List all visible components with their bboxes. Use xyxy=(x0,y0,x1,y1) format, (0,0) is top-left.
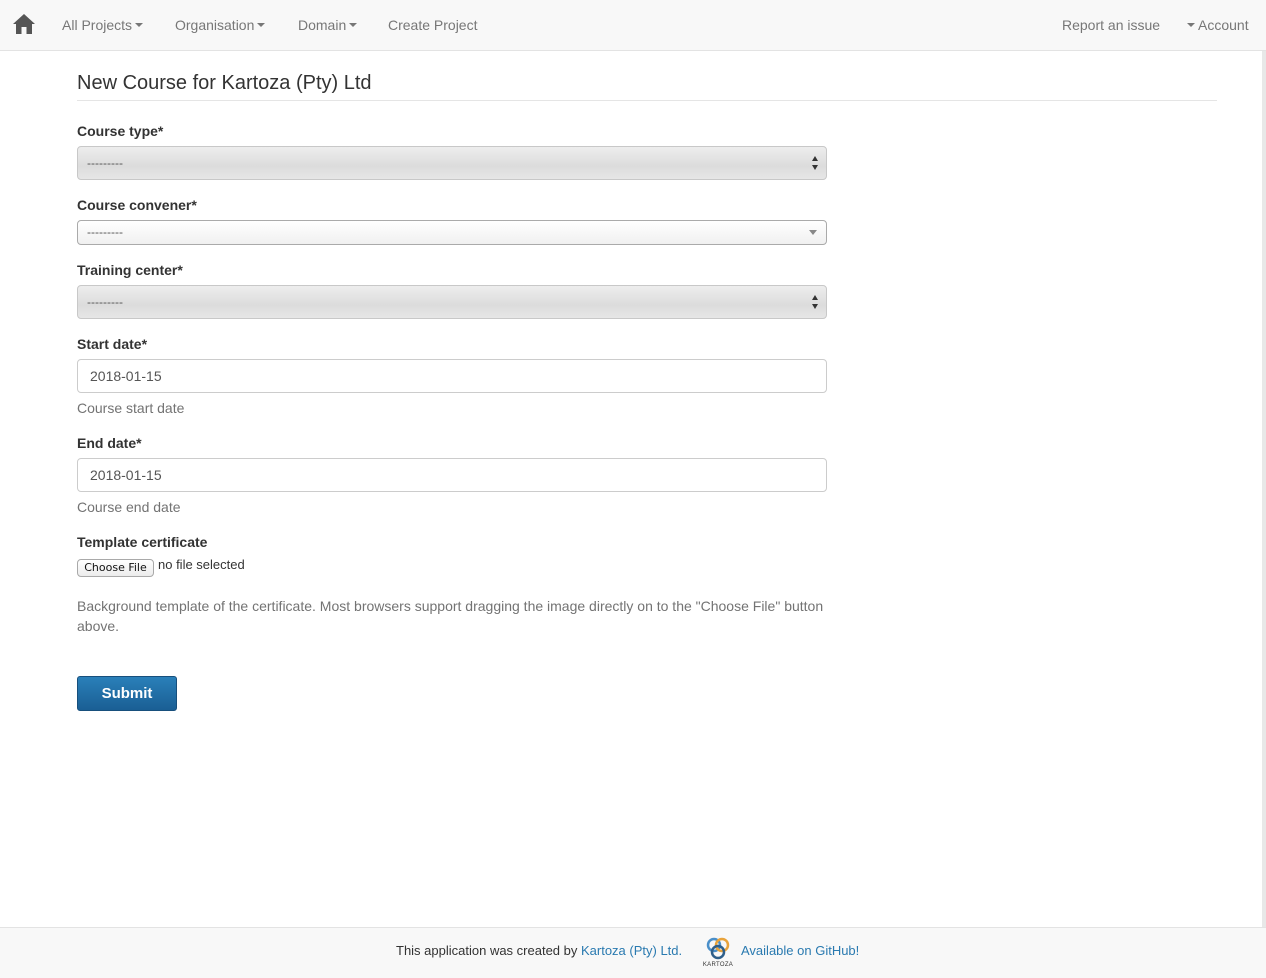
end-date-value: 2018-01-15 xyxy=(90,467,162,483)
footer-prefix: This application was created by xyxy=(396,943,581,958)
course-type-label: Course type* xyxy=(77,123,164,139)
select-arrows-icon xyxy=(812,295,820,309)
training-center-select[interactable]: --------- xyxy=(77,285,827,319)
footer-logo-text: KARTOZA xyxy=(702,962,734,968)
top-navbar: All Projects Organisation Domain Create … xyxy=(0,0,1266,51)
caret-down-icon xyxy=(135,23,144,28)
end-date-help: Course end date xyxy=(77,499,181,515)
template-certificate-help: Background template of the certificate. … xyxy=(77,598,824,634)
submit-button[interactable]: Submit xyxy=(77,676,177,711)
start-date-label: Start date* xyxy=(77,336,148,352)
title-divider xyxy=(77,100,1217,101)
footer: This application was created by Kartoza … xyxy=(0,927,1266,978)
nav-domain[interactable]: Domain xyxy=(298,0,358,51)
nav-report-issue-label: Report an issue xyxy=(1062,17,1161,33)
page-title: New Course for Kartoza (Pty) Ltd xyxy=(77,72,372,94)
course-convener-value: --------- xyxy=(87,225,123,239)
caret-down-icon xyxy=(1187,23,1195,28)
chevron-down-icon xyxy=(809,230,817,235)
scrollbar[interactable] xyxy=(1262,51,1266,927)
template-certificate-label: Template certificate xyxy=(77,534,208,550)
file-status: no file selected xyxy=(158,557,245,572)
course-convener-label: Course convener* xyxy=(77,197,197,213)
course-type-value: --------- xyxy=(87,156,123,170)
nav-organisation[interactable]: Organisation xyxy=(175,0,266,51)
choose-file-button[interactable]: Choose File xyxy=(77,559,154,577)
end-date-input[interactable]: 2018-01-15 xyxy=(77,458,827,492)
footer-company-link[interactable]: Kartoza (Pty) Ltd. xyxy=(581,943,682,958)
nav-organisation-label: Organisation xyxy=(175,17,255,33)
nav-all-projects-label: All Projects xyxy=(62,17,133,33)
training-center-label: Training center* xyxy=(77,262,183,278)
select-arrows-icon xyxy=(812,156,820,170)
nav-account[interactable]: Account xyxy=(1187,0,1249,51)
nav-create-project[interactable]: Create Project xyxy=(388,0,477,51)
start-date-help: Course start date xyxy=(77,400,185,416)
nav-report-issue[interactable]: Report an issue xyxy=(1062,0,1160,51)
nav-all-projects[interactable]: All Projects xyxy=(62,0,144,51)
home-icon[interactable] xyxy=(12,13,36,35)
end-date-label: End date* xyxy=(77,435,142,451)
caret-down-icon xyxy=(349,23,358,28)
caret-down-icon xyxy=(257,23,266,28)
start-date-input[interactable]: 2018-01-15 xyxy=(77,359,827,393)
training-center-value: --------- xyxy=(87,295,123,309)
start-date-value: 2018-01-15 xyxy=(90,368,162,384)
footer-github-link[interactable]: Available on GitHub! xyxy=(741,943,859,958)
nav-domain-label: Domain xyxy=(298,17,347,33)
course-type-select[interactable]: --------- xyxy=(77,146,827,180)
nav-account-label: Account xyxy=(1198,17,1249,33)
course-convener-select[interactable]: --------- xyxy=(77,220,827,245)
nav-create-project-label: Create Project xyxy=(388,17,478,33)
footer-text: This application was created by Kartoza … xyxy=(396,943,682,958)
kartoza-logo-icon[interactable]: KARTOZA xyxy=(698,936,738,972)
